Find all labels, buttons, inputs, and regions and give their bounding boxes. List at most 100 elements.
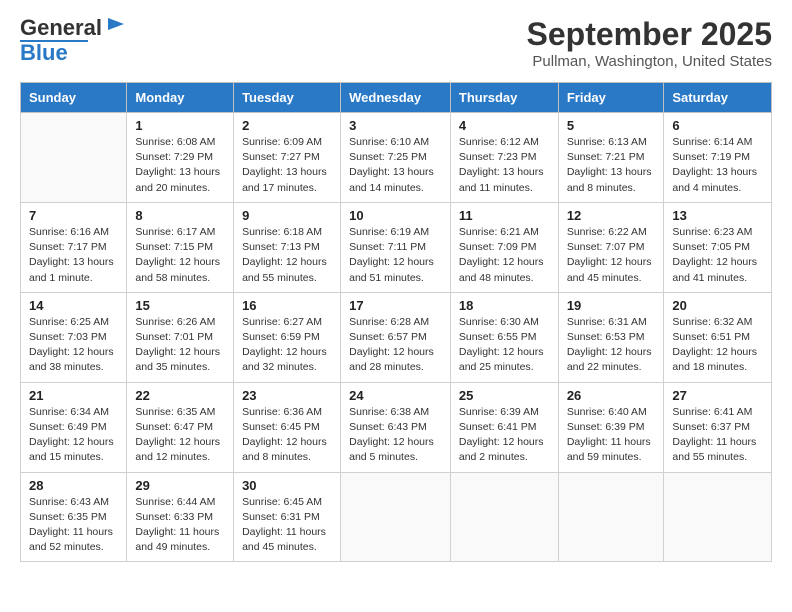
calendar-cell-w2d0: 14 Sunrise: 6:25 AMSunset: 7:03 PMDayligh… <box>21 292 127 382</box>
title-area: September 2025 Pullman, Washington, Unit… <box>527 16 772 70</box>
calendar-cell-w4d3 <box>341 472 451 562</box>
calendar-cell-w1d1: 8Sunrise: 6:17 AMSunset: 7:15 PMDaylight… <box>127 202 234 292</box>
header: General Blue September 2025 Pullman, Was… <box>20 16 772 70</box>
calendar-cell-w1d6: 13 Sunrise: 6:23 AMSunset: 7:05 PMDayligh… <box>664 202 772 292</box>
calendar-cell-w0d6: 6 Sunrise: 6:14 AMSunset: 7:19 PMDaylight… <box>664 113 772 203</box>
day-number: 30 <box>242 478 332 493</box>
weekday-header-saturday: Saturday <box>664 83 772 113</box>
day-number: 18 <box>459 298 550 313</box>
day-info: Sunrise: 6:31 AMSunset: 6:53 PMDaylight:… <box>567 315 656 376</box>
day-info: Sunrise: 6:45 AMSunset: 6:31 PMDaylight:… <box>242 495 332 556</box>
weekday-header-wednesday: Wednesday <box>341 83 451 113</box>
calendar-cell-w2d6: 20 Sunrise: 6:32 AMSunset: 6:51 PMDayligh… <box>664 292 772 382</box>
calendar-cell-w3d3: 24Sunrise: 6:38 AMSunset: 6:43 PMDayligh… <box>341 382 451 472</box>
day-number: 21 <box>29 388 118 403</box>
weekday-header-tuesday: Tuesday <box>234 83 341 113</box>
location: Pullman, Washington, United States <box>527 53 772 70</box>
day-number: 14 <box>29 298 118 313</box>
calendar-cell-w1d0: 7Sunrise: 6:16 AMSunset: 7:17 PMDaylight… <box>21 202 127 292</box>
logo-blue: Blue <box>20 40 68 66</box>
calendar-cell-w2d1: 15Sunrise: 6:26 AMSunset: 7:01 PMDayligh… <box>127 292 234 382</box>
day-number: 24 <box>349 388 442 403</box>
calendar-cell-w0d3: 3 Sunrise: 6:10 AMSunset: 7:25 PMDaylight… <box>341 113 451 203</box>
day-info: Sunrise: 6:27 AMSunset: 6:59 PMDaylight:… <box>242 315 332 376</box>
weekday-header-sunday: Sunday <box>21 83 127 113</box>
day-info: Sunrise: 6:28 AMSunset: 6:57 PMDaylight:… <box>349 315 442 376</box>
calendar-cell-w0d1: 1 Sunrise: 6:08 AMSunset: 7:29 PMDaylight… <box>127 113 234 203</box>
day-number: 1 <box>135 118 225 133</box>
day-number: 13 <box>672 208 763 223</box>
day-number: 25 <box>459 388 550 403</box>
day-info: Sunrise: 6:23 AMSunset: 7:05 PMDaylight:… <box>672 225 763 286</box>
day-number: 10 <box>349 208 442 223</box>
day-info: Sunrise: 6:10 AMSunset: 7:25 PMDaylight:… <box>349 135 442 196</box>
day-number: 19 <box>567 298 656 313</box>
day-info: Sunrise: 6:35 AMSunset: 6:47 PMDaylight:… <box>135 405 225 466</box>
day-info: Sunrise: 6:30 AMSunset: 6:55 PMDaylight:… <box>459 315 550 376</box>
calendar-cell-w2d2: 16 Sunrise: 6:27 AMSunset: 6:59 PMDayligh… <box>234 292 341 382</box>
day-info: Sunrise: 6:18 AMSunset: 7:13 PMDaylight:… <box>242 225 332 286</box>
day-info: Sunrise: 6:22 AMSunset: 7:07 PMDaylight:… <box>567 225 656 286</box>
weekday-header-friday: Friday <box>558 83 664 113</box>
day-number: 4 <box>459 118 550 133</box>
calendar-cell-w0d4: 4 Sunrise: 6:12 AMSunset: 7:23 PMDaylight… <box>450 113 558 203</box>
calendar-cell-w4d5 <box>558 472 664 562</box>
calendar-cell-w0d2: 2 Sunrise: 6:09 AMSunset: 7:27 PMDaylight… <box>234 113 341 203</box>
day-number: 29 <box>135 478 225 493</box>
day-info: Sunrise: 6:44 AMSunset: 6:33 PMDaylight:… <box>135 495 225 556</box>
calendar-cell-w3d4: 25Sunrise: 6:39 AMSunset: 6:41 PMDayligh… <box>450 382 558 472</box>
day-info: Sunrise: 6:09 AMSunset: 7:27 PMDaylight:… <box>242 135 332 196</box>
day-info: Sunrise: 6:12 AMSunset: 7:23 PMDaylight:… <box>459 135 550 196</box>
day-number: 2 <box>242 118 332 133</box>
calendar-cell-w4d0: 28 Sunrise: 6:43 AMSunset: 6:35 PMDayligh… <box>21 472 127 562</box>
day-number: 23 <box>242 388 332 403</box>
day-number: 9 <box>242 208 332 223</box>
day-number: 6 <box>672 118 763 133</box>
calendar-cell-w2d5: 19 Sunrise: 6:31 AMSunset: 6:53 PMDayligh… <box>558 292 664 382</box>
day-number: 8 <box>135 208 225 223</box>
logo-general: General <box>20 15 102 40</box>
day-info: Sunrise: 6:34 AMSunset: 6:49 PMDaylight:… <box>29 405 118 466</box>
day-number: 27 <box>672 388 763 403</box>
calendar-cell-w3d5: 26 Sunrise: 6:40 AMSunset: 6:39 PMDayligh… <box>558 382 664 472</box>
calendar-cell-w0d5: 5 Sunrise: 6:13 AMSunset: 7:21 PMDaylight… <box>558 113 664 203</box>
calendar-cell-w4d4 <box>450 472 558 562</box>
day-number: 5 <box>567 118 656 133</box>
day-info: Sunrise: 6:36 AMSunset: 6:45 PMDaylight:… <box>242 405 332 466</box>
day-info: Sunrise: 6:14 AMSunset: 7:19 PMDaylight:… <box>672 135 763 196</box>
calendar-cell-w2d4: 18 Sunrise: 6:30 AMSunset: 6:55 PMDayligh… <box>450 292 558 382</box>
day-number: 17 <box>349 298 442 313</box>
calendar-cell-w1d2: 9 Sunrise: 6:18 AMSunset: 7:13 PMDaylight… <box>234 202 341 292</box>
calendar-cell-w3d1: 22 Sunrise: 6:35 AMSunset: 6:47 PMDayligh… <box>127 382 234 472</box>
calendar-cell-w0d0 <box>21 113 127 203</box>
calendar-table: SundayMondayTuesdayWednesdayThursdayFrid… <box>20 82 772 562</box>
day-info: Sunrise: 6:32 AMSunset: 6:51 PMDaylight:… <box>672 315 763 376</box>
weekday-header-monday: Monday <box>127 83 234 113</box>
day-number: 15 <box>135 298 225 313</box>
day-number: 3 <box>349 118 442 133</box>
day-info: Sunrise: 6:08 AMSunset: 7:29 PMDaylight:… <box>135 135 225 196</box>
day-info: Sunrise: 6:40 AMSunset: 6:39 PMDaylight:… <box>567 405 656 466</box>
calendar-cell-w4d1: 29 Sunrise: 6:44 AMSunset: 6:33 PMDayligh… <box>127 472 234 562</box>
day-info: Sunrise: 6:13 AMSunset: 7:21 PMDaylight:… <box>567 135 656 196</box>
day-number: 20 <box>672 298 763 313</box>
day-info: Sunrise: 6:25 AMSunset: 7:03 PMDaylight:… <box>29 315 118 376</box>
day-number: 16 <box>242 298 332 313</box>
calendar-cell-w1d3: 10 Sunrise: 6:19 AMSunset: 7:11 PMDayligh… <box>341 202 451 292</box>
calendar-cell-w4d6 <box>664 472 772 562</box>
day-number: 26 <box>567 388 656 403</box>
day-number: 11 <box>459 208 550 223</box>
day-info: Sunrise: 6:19 AMSunset: 7:11 PMDaylight:… <box>349 225 442 286</box>
weekday-header-thursday: Thursday <box>450 83 558 113</box>
calendar-cell-w2d3: 17 Sunrise: 6:28 AMSunset: 6:57 PMDayligh… <box>341 292 451 382</box>
calendar-cell-w4d2: 30 Sunrise: 6:45 AMSunset: 6:31 PMDayligh… <box>234 472 341 562</box>
month-title: September 2025 <box>527 16 772 53</box>
day-info: Sunrise: 6:41 AMSunset: 6:37 PMDaylight:… <box>672 405 763 466</box>
day-info: Sunrise: 6:16 AMSunset: 7:17 PMDaylight:… <box>29 225 118 286</box>
logo: General Blue <box>20 16 126 66</box>
day-number: 22 <box>135 388 225 403</box>
day-number: 28 <box>29 478 118 493</box>
calendar-cell-w1d5: 12Sunrise: 6:22 AMSunset: 7:07 PMDayligh… <box>558 202 664 292</box>
day-info: Sunrise: 6:21 AMSunset: 7:09 PMDaylight:… <box>459 225 550 286</box>
day-info: Sunrise: 6:43 AMSunset: 6:35 PMDaylight:… <box>29 495 118 556</box>
